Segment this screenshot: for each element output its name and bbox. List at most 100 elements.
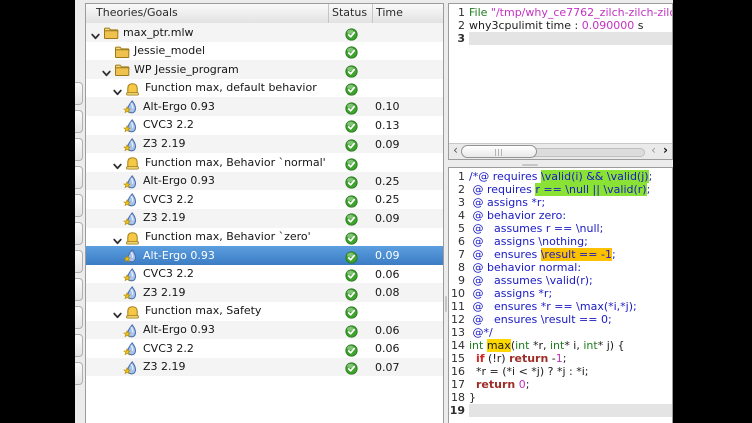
status-valid-icon (345, 118, 358, 131)
folder-icon (114, 44, 130, 59)
scrollbar-thumb[interactable] (461, 145, 537, 158)
tree-row[interactable]: Alt-Ergo 0.93 0.09 (86, 246, 443, 265)
toolbar-button-stub[interactable] (75, 222, 83, 245)
tree-row-label: Function max, Behavior `normal' (145, 156, 326, 169)
right-column: 1File "/tmp/why_ce7762_zilch-zilch-zilc2… (448, 0, 673, 423)
tree-row[interactable]: Function max, Behavior `zero' (86, 228, 443, 247)
line-number: 1 (449, 6, 465, 19)
prover-icon (123, 248, 139, 263)
scroll-left-icon[interactable]: ‹ (449, 144, 462, 158)
line-number: 3 (449, 196, 465, 209)
status-valid-icon (345, 230, 358, 243)
tree-row[interactable]: max_ptr.mlw (86, 23, 443, 42)
prover-icon (123, 323, 139, 338)
expander-icon[interactable] (112, 83, 123, 94)
toolbar-button-stub[interactable] (75, 278, 83, 301)
tree-row-label: CVC3 2.2 (143, 193, 194, 206)
code-line: 4 @ behavior zero: (449, 209, 672, 222)
tree-row[interactable]: CVC3 2.2 0.06 (86, 265, 443, 284)
time-value: 0.25 (375, 175, 400, 188)
horizontal-scrollbar[interactable]: ‹ ‹ › (449, 143, 672, 159)
prover-icon (123, 360, 139, 375)
code-line: 5 @ assumes r == \null; (449, 222, 672, 235)
expander-icon[interactable] (90, 27, 101, 38)
status-valid-icon (345, 156, 358, 169)
tree-row[interactable]: CVC3 2.2 0.06 (86, 339, 443, 358)
tree-row-label: Z3 2.19 (143, 286, 186, 299)
horizontal-splitter-grip[interactable] (522, 164, 538, 166)
tree-row[interactable]: Z3 2.19 0.09 (86, 135, 443, 154)
code-line: 16 *r = (*i < *j) ? *j : *i; (449, 365, 672, 378)
status-valid-icon (345, 286, 358, 299)
tree-row[interactable]: Alt-Ergo 0.93 0.25 (86, 172, 443, 191)
tree-row[interactable]: Z3 2.19 0.09 (86, 209, 443, 228)
scroll-right-icon[interactable]: › (659, 144, 672, 158)
tree-row-label: Alt-Ergo 0.93 (143, 249, 215, 262)
status-valid-icon (345, 304, 358, 317)
tree-row-label: Alt-Ergo 0.93 (143, 174, 215, 187)
column-header-status[interactable]: Status (328, 4, 372, 23)
folder-icon (103, 25, 119, 40)
toolbar-button-stub[interactable] (75, 334, 83, 357)
prover-icon (123, 99, 139, 114)
tree-row-label: Function max, default behavior (145, 81, 317, 94)
status-valid-icon (345, 342, 358, 355)
folder-icon (114, 62, 130, 77)
time-value: 0.06 (375, 324, 400, 337)
code-line: 8 @ behavior normal: (449, 261, 672, 274)
tree-row[interactable]: Function max, Behavior `normal' (86, 153, 443, 172)
toolbar-button-stub[interactable] (75, 138, 83, 161)
status-valid-icon (345, 81, 358, 94)
tree-row[interactable]: Function max, default behavior (86, 79, 443, 98)
toolbar-button-stub[interactable] (75, 250, 83, 273)
vertical-splitter-grip[interactable] (445, 296, 447, 312)
expander-icon[interactable] (112, 157, 123, 168)
tree-row[interactable]: WP Jessie_program (86, 60, 443, 79)
status-valid-icon (345, 267, 358, 280)
line-number: 17 (449, 378, 465, 391)
line-number: 3 (449, 32, 465, 45)
expander-icon[interactable] (112, 232, 123, 243)
toolbar-button-stub[interactable] (75, 194, 83, 217)
status-valid-icon (345, 63, 358, 76)
expander-icon[interactable] (101, 64, 112, 75)
source-code-panel[interactable]: 1/*@ requires \valid(i) && \valid(j);2 @… (448, 167, 673, 423)
prover-icon (123, 118, 139, 133)
tree-row[interactable]: CVC3 2.2 0.25 (86, 190, 443, 209)
code-line: 18} (449, 391, 672, 404)
horizontal-splitter[interactable] (448, 160, 673, 167)
theories-goals-panel[interactable]: Theories/Goals Status Time max_ptr.mlw (85, 3, 444, 423)
tree-row-label: Alt-Ergo 0.93 (143, 100, 215, 113)
time-value: 0.10 (375, 100, 400, 113)
expander-icon[interactable] (112, 306, 123, 317)
toolbar-button-stub[interactable] (75, 306, 83, 329)
tree-row[interactable]: Alt-Ergo 0.93 0.10 (86, 97, 443, 116)
tree-row[interactable]: CVC3 2.2 0.13 (86, 116, 443, 135)
toolbar-button-stub[interactable] (75, 166, 83, 189)
line-number: 2 (449, 183, 465, 196)
toolbar-button-stub[interactable] (75, 110, 83, 133)
code-line: 14int max(int *r, int* i, int* j) { (449, 339, 672, 352)
status-valid-icon (345, 193, 358, 206)
toolbar-button-stub[interactable] (75, 362, 83, 385)
column-header-theories-goals[interactable]: Theories/Goals (86, 4, 328, 23)
theory-icon (125, 304, 141, 319)
tree-row-label: Alt-Ergo 0.93 (143, 323, 215, 336)
line-number: 19 (449, 404, 465, 417)
column-header-time[interactable]: Time (372, 4, 443, 23)
time-value: 0.09 (375, 249, 400, 262)
theory-icon (125, 81, 141, 96)
code-line: 17 return 0; (449, 378, 672, 391)
status-valid-icon (345, 211, 358, 224)
tree-row[interactable]: Function max, Safety (86, 302, 443, 321)
tree-body: max_ptr.mlw Jessie_model (86, 23, 443, 376)
tree-row-label: WP Jessie_program (134, 63, 239, 76)
tree-row[interactable]: Z3 2.19 0.07 (86, 358, 443, 377)
toolbar-button-stub[interactable] (75, 82, 83, 105)
tree-row[interactable]: Jessie_model (86, 42, 443, 61)
tree-row[interactable]: Alt-Ergo 0.93 0.06 (86, 321, 443, 340)
tree-row[interactable]: Z3 2.19 0.08 (86, 283, 443, 302)
prover-output-panel[interactable]: 1File "/tmp/why_ce7762_zilch-zilch-zilc2… (448, 3, 673, 160)
time-value: 0.09 (375, 212, 400, 225)
code-line: 6 @ assigns \nothing; (449, 235, 672, 248)
